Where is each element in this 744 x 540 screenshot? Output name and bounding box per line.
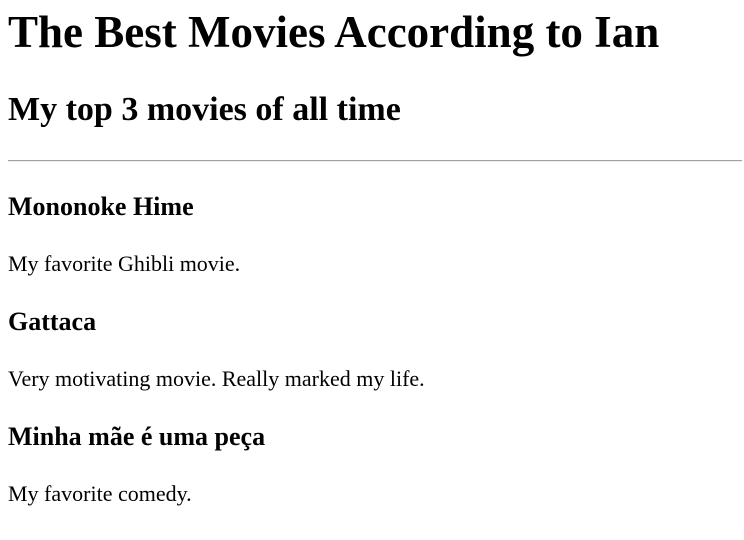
movie-description-1: My favorite Ghibli movie. xyxy=(8,251,241,276)
divider xyxy=(8,160,742,162)
movie-title-1: Mononoke Hime xyxy=(8,192,194,221)
movie-description-2: Very motivating movie. Really marked my … xyxy=(8,366,425,391)
movie-title-2: Gattaca xyxy=(8,307,97,336)
movie-description-3: My favorite comedy. xyxy=(8,481,192,506)
page-title: The Best Movies According to Ian xyxy=(8,7,660,57)
page-subtitle: My top 3 movies of all time xyxy=(8,91,401,128)
movie-title-3: Minha mãe é uma peça xyxy=(8,422,266,451)
